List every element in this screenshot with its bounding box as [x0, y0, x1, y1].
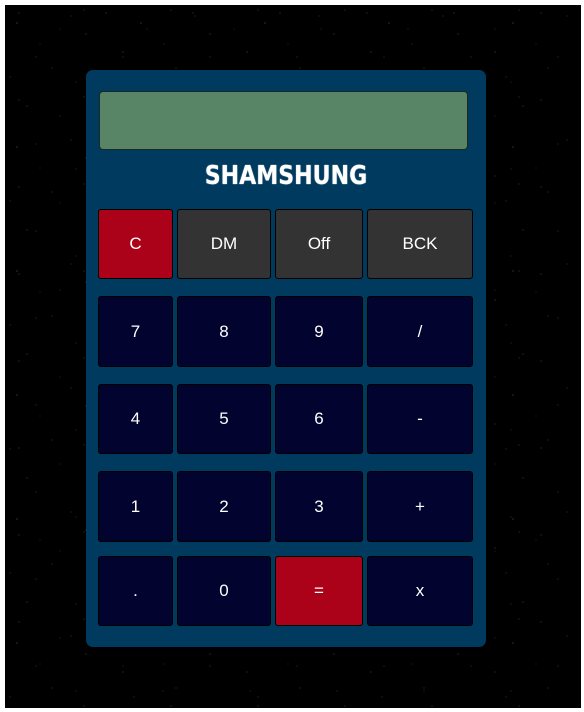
- digit-8-button[interactable]: 8: [177, 296, 271, 367]
- equals-button[interactable]: =: [275, 556, 363, 626]
- digit-1-button[interactable]: 1: [98, 471, 173, 542]
- digit-2-button[interactable]: 2: [177, 471, 271, 542]
- digit-0-button[interactable]: 0: [177, 556, 271, 626]
- multiply-button[interactable]: x: [367, 556, 473, 626]
- dm-button[interactable]: DM: [177, 209, 271, 279]
- calculator-display: [99, 91, 468, 150]
- divide-button[interactable]: /: [367, 296, 473, 367]
- off-button[interactable]: Off: [275, 209, 363, 279]
- subtract-button[interactable]: -: [367, 384, 473, 454]
- digit-6-button[interactable]: 6: [275, 384, 363, 454]
- digit-5-button[interactable]: 5: [177, 384, 271, 454]
- calculator-body: SHAMSHUNG C DM Off BCK 7 8 9 / 4 5 6 - 1…: [86, 70, 486, 647]
- digit-4-button[interactable]: 4: [98, 384, 173, 454]
- add-button[interactable]: +: [367, 471, 473, 542]
- backspace-button[interactable]: BCK: [367, 209, 473, 279]
- clear-button[interactable]: C: [98, 209, 173, 279]
- brand-logo: SHAMSHUNG: [204, 161, 368, 191]
- decimal-point-button[interactable]: .: [98, 556, 173, 626]
- digit-3-button[interactable]: 3: [275, 471, 363, 542]
- digit-7-button[interactable]: 7: [98, 296, 173, 367]
- digit-9-button[interactable]: 9: [275, 296, 363, 367]
